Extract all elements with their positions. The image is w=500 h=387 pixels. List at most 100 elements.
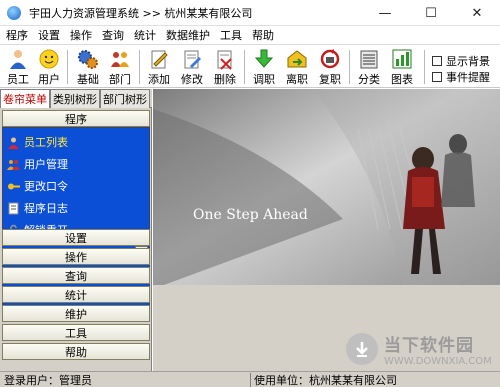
- checkbox-box[interactable]: [432, 72, 442, 82]
- toolbar-separator: [244, 50, 245, 84]
- toolbar-separator: [67, 50, 68, 84]
- edit-icon: [180, 47, 204, 70]
- status-unit: 使用单位：杭州某某有限公司: [254, 373, 397, 387]
- title-bar: 宇田人力资源管理系统 >> 杭州某某有限公司 — ☐ ✕: [0, 0, 500, 26]
- toolbar-separator: [139, 50, 140, 84]
- show-background-checkbox[interactable]: 显示背景: [432, 53, 490, 69]
- watermark: 当下软件园 WWW.DOWNXIA.COM: [346, 331, 492, 367]
- delete-button[interactable]: 删除: [208, 47, 242, 87]
- user-smiley-icon: [37, 47, 61, 70]
- employee-button[interactable]: 员工: [1, 47, 35, 87]
- status-divider: [250, 373, 251, 387]
- menu-help[interactable]: 帮助: [247, 27, 279, 43]
- menu-bar: 程序 设置 操作 查询 统计 数据维护 工具 帮助: [0, 26, 500, 44]
- status-bar: 登录用户：管理员 使用单位：杭州某某有限公司: [0, 371, 500, 387]
- resign-icon: [285, 47, 309, 70]
- classify-label: 分类: [358, 73, 380, 86]
- group-operation-button[interactable]: 操作: [2, 248, 150, 265]
- tab-department-tree[interactable]: 部门树形: [100, 89, 150, 108]
- transfer-button[interactable]: 调职: [247, 47, 281, 87]
- password-icon: [6, 179, 20, 193]
- list-item-label: 程序日志: [24, 202, 68, 215]
- log-icon: [6, 201, 20, 215]
- department-icon: [108, 47, 132, 70]
- user-manage-icon: [6, 157, 20, 171]
- tab-roll-menu[interactable]: 卷帘菜单: [0, 89, 50, 108]
- hero-banner: One Step Ahead: [153, 89, 500, 285]
- delete-label: 删除: [214, 73, 236, 86]
- menu-statistics[interactable]: 统计: [129, 27, 161, 43]
- toolbar-separator: [424, 50, 425, 84]
- status-login-user: 登录用户：管理员: [4, 373, 92, 387]
- add-button[interactable]: 添加: [142, 47, 176, 87]
- group-statistics-button[interactable]: 统计: [2, 286, 150, 303]
- watermark-title: 当下软件园: [384, 336, 474, 356]
- basic-button[interactable]: 基础: [71, 47, 105, 87]
- menu-operation[interactable]: 操作: [65, 27, 97, 43]
- close-button[interactable]: ✕: [454, 0, 500, 26]
- chart-button[interactable]: 图表: [385, 47, 419, 87]
- reinstate-icon: [318, 47, 342, 70]
- menu-tools[interactable]: 工具: [215, 27, 247, 43]
- gears-icon: [76, 47, 100, 70]
- toolbar: 员工 用户 基础 部门 添加 修改 删除 调职 离职 复职 分类 图表 显示背景…: [0, 44, 500, 88]
- resign-label: 离职: [286, 73, 308, 86]
- basic-label: 基础: [77, 73, 99, 86]
- list-item-label: 员工列表: [24, 136, 68, 149]
- transfer-arrow-icon: [252, 47, 276, 70]
- classify-icon: [357, 47, 381, 70]
- add-label: 添加: [148, 73, 170, 86]
- minimize-button[interactable]: —: [362, 0, 408, 26]
- list-item-label: 更改口令: [24, 180, 68, 193]
- group-help-button[interactable]: 帮助: [2, 343, 150, 360]
- group-query-button[interactable]: 查询: [2, 267, 150, 284]
- department-label: 部门: [109, 73, 131, 86]
- classify-button[interactable]: 分类: [352, 47, 386, 87]
- user-label: 用户: [38, 73, 60, 86]
- list-item-program-log[interactable]: 程序日志: [3, 200, 149, 216]
- event-reminder-label: 事件提醒: [446, 71, 490, 84]
- chart-icon: [390, 47, 414, 70]
- menu-program[interactable]: 程序: [0, 27, 33, 43]
- list-item-label: 用户管理: [24, 158, 68, 171]
- reinstate-label: 复职: [319, 73, 341, 86]
- employee-label: 员工: [7, 73, 29, 86]
- employee-list-icon: [6, 135, 20, 149]
- main-pane: One Step Ahead: [153, 89, 500, 371]
- list-item-user-management[interactable]: 用户管理: [3, 156, 149, 172]
- user-button[interactable]: 用户: [32, 47, 66, 87]
- employee-icon: [6, 47, 30, 70]
- menu-settings[interactable]: 设置: [33, 27, 65, 43]
- transfer-label: 调职: [253, 73, 275, 86]
- delete-icon: [213, 47, 237, 70]
- show-background-label: 显示背景: [446, 55, 490, 68]
- resign-button[interactable]: 离职: [280, 47, 314, 87]
- group-maintenance-button[interactable]: 维护: [2, 305, 150, 322]
- group-program-button[interactable]: 程序: [2, 110, 150, 127]
- maximize-button[interactable]: ☐: [408, 0, 454, 26]
- event-reminder-checkbox[interactable]: 事件提醒: [432, 69, 490, 85]
- edit-label: 修改: [181, 73, 203, 86]
- tab-category-tree[interactable]: 类别树形: [50, 89, 100, 108]
- list-item-employee-list[interactable]: 员工列表: [3, 134, 149, 150]
- add-pencil-icon: [147, 47, 171, 70]
- chart-label: 图表: [391, 73, 413, 86]
- department-button[interactable]: 部门: [103, 47, 137, 87]
- toolbar-separator: [349, 50, 350, 84]
- menu-query[interactable]: 查询: [97, 27, 129, 43]
- group-tools-button[interactable]: 工具: [2, 324, 150, 341]
- checkbox-box[interactable]: [432, 56, 442, 66]
- group-settings-button[interactable]: 设置: [2, 229, 150, 246]
- menu-data-maintenance[interactable]: 数据维护: [161, 27, 215, 43]
- app-icon: [7, 5, 21, 20]
- hero-caption: One Step Ahead: [193, 207, 308, 223]
- watermark-logo-icon: [346, 333, 378, 365]
- watermark-subtitle: WWW.DOWNXIA.COM: [384, 356, 492, 367]
- window-title: 宇田人力资源管理系统 >> 杭州某某有限公司: [29, 6, 253, 20]
- reinstate-button[interactable]: 复职: [313, 47, 347, 87]
- left-panel-tabs: 卷帘菜单 类别树形 部门树形: [0, 89, 152, 108]
- hero-artwork: One Step Ahead: [153, 89, 500, 285]
- edit-button[interactable]: 修改: [175, 47, 209, 87]
- left-panel: 卷帘菜单 类别树形 部门树形 程序 员工列表 用户管理 更改口令 程序日志 设置…: [0, 89, 152, 371]
- list-item-change-password[interactable]: 更改口令: [3, 178, 149, 194]
